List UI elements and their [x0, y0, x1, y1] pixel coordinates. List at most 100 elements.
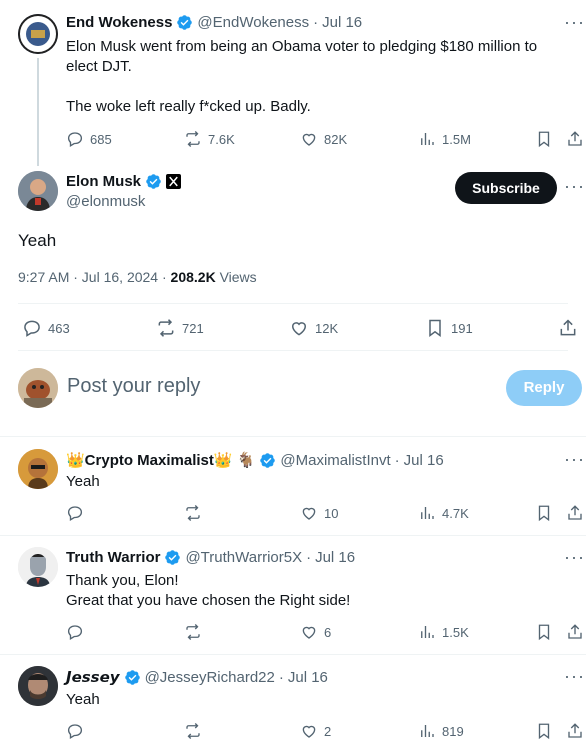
reply-input[interactable]: Post your reply [67, 375, 200, 398]
views-button[interactable]: 819 [418, 722, 464, 740]
handle[interactable]: @EndWokeness [197, 14, 309, 31]
handle[interactable]: @MaximalistInvt [280, 452, 390, 469]
avatar[interactable] [18, 547, 58, 587]
heart-icon [291, 322, 307, 336]
like-count: 2 [324, 723, 332, 739]
reply-button[interactable]: Reply [506, 370, 582, 406]
like-button[interactable]: 6 [300, 623, 331, 641]
views-button[interactable]: 4.7K [418, 504, 469, 522]
reply-icon [67, 625, 83, 640]
display-name[interactable]: Elon Musk [66, 173, 141, 190]
tweet-text: Elon Musk went from being an Obama voter… [66, 38, 538, 115]
separator-dot: · [306, 549, 312, 566]
like-button[interactable]: 2 [300, 722, 331, 740]
more-options-icon[interactable]: ··· [564, 12, 585, 33]
repost-icon [186, 505, 200, 521]
views-count: 208.2K [170, 269, 216, 285]
more-options-icon[interactable]: ··· [564, 449, 585, 470]
heart-icon [302, 507, 316, 520]
reply-count: 463 [48, 320, 70, 336]
like-count: 12K [315, 320, 339, 336]
repost-button[interactable]: 7.6K [184, 130, 235, 148]
tweet-header: Elon Musk [66, 173, 182, 190]
reply-button[interactable] [66, 623, 84, 641]
tweet-timestamp[interactable]: 9:27 AM · Jul 16, 2024 · [18, 269, 171, 285]
share-icon [568, 505, 582, 520]
verified-badge-icon [146, 174, 161, 189]
like-button[interactable]: 82K [300, 130, 347, 148]
avatar[interactable] [18, 666, 58, 706]
share-icon [560, 319, 576, 336]
avatar [18, 368, 58, 408]
tweet-header: 👑Crypto Maximalist👑 🐐 @MaximalistInvt · … [66, 451, 444, 470]
repost-button[interactable]: 721 [156, 318, 204, 338]
views-count: 1.5K [442, 624, 469, 640]
share-button[interactable] [566, 504, 584, 522]
more-options-icon[interactable]: ··· [564, 176, 585, 197]
views-label: Views [215, 269, 257, 285]
avatar[interactable] [18, 171, 58, 211]
bookmark-button[interactable] [535, 722, 553, 740]
repost-count: 7.6K [208, 131, 235, 147]
subscribe-button[interactable]: Subscribe [455, 172, 557, 204]
bookmark-button[interactable]: 191 [425, 318, 473, 338]
tweet-text: Yeah [18, 231, 57, 250]
verified-badge-icon [124, 669, 140, 685]
heart-icon [302, 133, 316, 146]
verified-badge-icon [260, 452, 276, 468]
share-button[interactable] [566, 623, 584, 641]
verified-badge-icon [177, 15, 193, 30]
tweet-header: 𝙅𝙚𝙨𝙨𝙚𝙮 @JesseyRichard22 · Jul 16 [66, 668, 328, 687]
tweet-date[interactable]: Jul 16 [288, 669, 328, 686]
share-button[interactable] [566, 130, 584, 148]
repost-button[interactable] [184, 623, 202, 641]
repost-button[interactable] [184, 722, 202, 740]
bookmark-button[interactable] [535, 623, 553, 641]
views-icon [421, 626, 434, 638]
like-button[interactable]: 10 [300, 504, 338, 522]
repost-icon [158, 319, 174, 337]
separator-dot: · [394, 451, 400, 469]
reply-button[interactable]: 463 [22, 318, 70, 338]
like-count: 6 [324, 624, 332, 640]
repost-count: 721 [182, 320, 204, 336]
display-name[interactable]: End Wokeness [66, 14, 172, 31]
like-count: 10 [324, 505, 339, 521]
views-button[interactable]: 1.5K [418, 623, 469, 641]
avatar[interactable] [18, 14, 58, 54]
share-button[interactable] [558, 318, 578, 338]
thread-line [37, 58, 39, 166]
repost-button[interactable] [184, 504, 202, 522]
handle[interactable]: @elonmusk [66, 193, 145, 210]
bookmark-button[interactable] [535, 504, 553, 522]
tweet-date[interactable]: Jul 16 [322, 14, 362, 31]
repost-icon [186, 723, 200, 739]
separator-dot: · [313, 14, 319, 31]
reply-button[interactable]: 685 [66, 130, 112, 148]
views-count: 819 [442, 723, 464, 739]
tweet-text: Yeah [66, 691, 100, 708]
x-affiliate-badge-icon [166, 174, 182, 189]
more-options-icon[interactable]: ··· [564, 666, 585, 687]
display-name[interactable]: 👑Crypto Maximalist👑 🐐 [66, 451, 255, 469]
reply-button[interactable] [66, 504, 84, 522]
more-options-icon[interactable]: ··· [564, 547, 585, 568]
reply-icon [67, 132, 83, 147]
views-icon [421, 725, 434, 737]
handle[interactable]: @JesseyRichard22 [145, 669, 275, 686]
heart-icon [302, 725, 316, 738]
reply-icon [24, 320, 40, 337]
display-name[interactable]: 𝙅𝙚𝙨𝙨𝙚𝙮 [66, 668, 120, 686]
tweet-date[interactable]: Jul 16 [404, 452, 444, 469]
separator-dot: · [278, 668, 284, 686]
handle[interactable]: @TruthWarrior5X [185, 549, 302, 566]
views-icon [421, 133, 434, 145]
share-button[interactable] [566, 722, 584, 740]
avatar[interactable] [18, 449, 58, 489]
reply-button[interactable] [66, 722, 84, 740]
like-button[interactable]: 12K [289, 318, 338, 338]
display-name[interactable]: Truth Warrior [66, 549, 160, 566]
tweet-date[interactable]: Jul 16 [315, 549, 355, 566]
views-button[interactable]: 1.5M [418, 130, 471, 148]
bookmark-button[interactable] [535, 130, 553, 148]
